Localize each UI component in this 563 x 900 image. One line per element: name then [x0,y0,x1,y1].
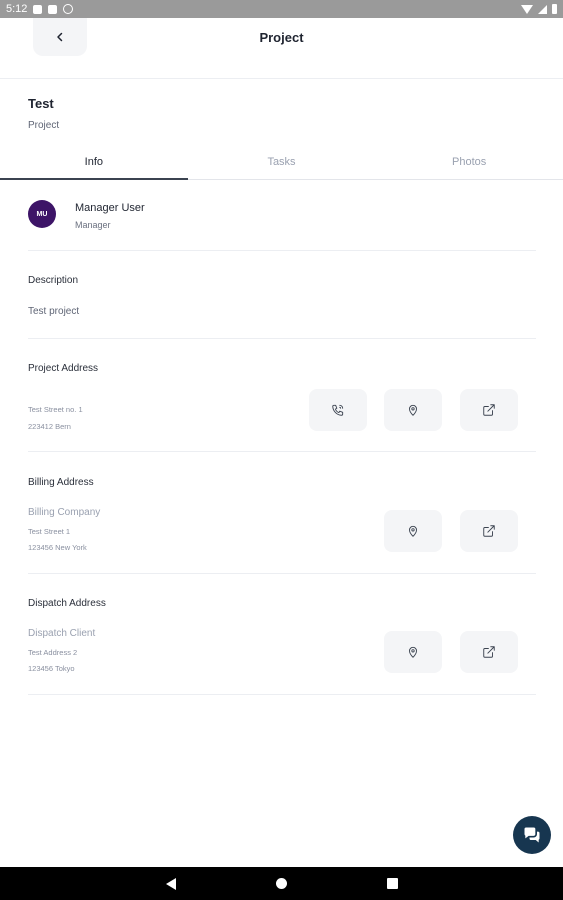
nav-back-icon[interactable] [165,877,176,890]
chat-icon [524,827,540,843]
notification-icon [33,4,43,14]
description-title: Description [28,275,79,286]
dispatch-company: Dispatch Client [28,628,96,639]
tab-info[interactable]: Info [0,144,188,180]
dispatch-address-line2: 123456 Tokyo [28,664,75,673]
map-pin-icon [409,525,417,537]
billing-address-line2: 123456 New York [28,543,87,552]
system-nav-bar [0,867,563,900]
manager-name: Manager User [75,202,145,214]
avatar: MU [28,200,56,228]
billing-company: Billing Company [28,507,101,518]
manager-role: Manager [75,220,111,230]
billing-address-title: Billing Address [28,477,94,488]
signal-icon [538,4,547,14]
divider [28,694,536,695]
dispatch-address-line1: Test Address 2 [28,648,78,657]
wifi-icon [521,4,533,14]
project-address-line1: Test Street no. 1 [28,405,83,414]
map-pin-icon [409,646,417,658]
phone-call-icon [332,404,344,416]
project-address-title: Project Address [28,363,99,374]
nav-home-icon[interactable] [275,878,287,889]
description-text: Test project [28,306,80,317]
map-button[interactable] [384,510,442,552]
divider [28,250,536,251]
nav-recents-icon[interactable] [386,878,398,889]
sim-icon [48,4,58,14]
billing-address-line1: Test Street 1 [28,527,71,536]
map-button[interactable] [384,389,442,431]
status-bar: 5:12 [0,0,563,18]
project-address-line2: 223412 Bern [28,422,71,431]
tab-tasks[interactable]: Tasks [188,144,376,179]
open-button[interactable] [460,510,518,552]
project-name: Test [28,96,54,111]
open-button[interactable] [460,389,518,431]
chat-button[interactable] [513,816,551,854]
divider [28,338,536,339]
external-link-icon [483,646,495,658]
app-header: Project [0,18,563,79]
project-type: Project [28,120,60,131]
external-link-icon [483,404,495,416]
map-pin-icon [409,404,417,416]
status-time: 5:12 [6,3,28,15]
tab-bar: Info Tasks Photos [0,144,563,180]
divider [28,451,536,452]
dispatch-address-title: Dispatch Address [28,598,106,609]
battery-icon [552,4,557,14]
call-button[interactable] [309,389,367,431]
external-link-icon [483,525,495,537]
open-button[interactable] [460,631,518,673]
page-title: Project [259,30,304,45]
tab-photos[interactable]: Photos [375,144,563,179]
divider [28,573,536,574]
map-button[interactable] [384,631,442,673]
sync-icon [63,4,74,14]
